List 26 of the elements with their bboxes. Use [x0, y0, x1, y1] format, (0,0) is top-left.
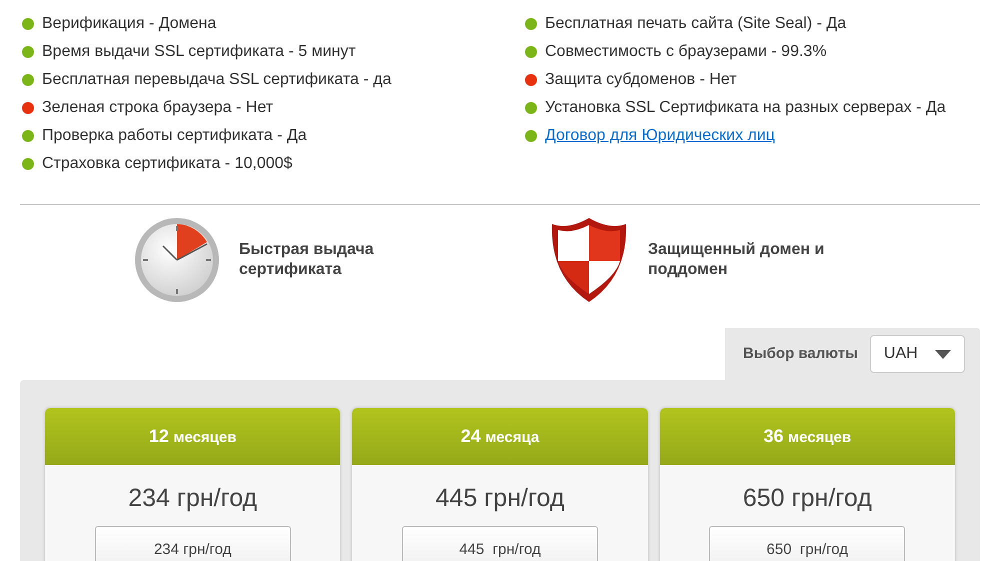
price-button[interactable]: 445 грн/год: [402, 526, 598, 561]
currency-label: Выбор валюты: [743, 344, 858, 364]
price-button[interactable]: 650 грн/год: [709, 526, 906, 561]
contract-link[interactable]: Договор для Юридических лиц: [545, 124, 775, 148]
feature-text: Совместимость с браузерами - 99.3%: [545, 42, 827, 62]
caret-icon: [934, 350, 951, 358]
feature-text: Бесплатная печать сайта (Site Seal) - Да: [545, 14, 846, 34]
clock-icon: [133, 216, 221, 304]
feature-text: Зеленая строка браузера - Нет: [42, 98, 274, 118]
highlight-text: Быстрая выдача сертификата: [239, 240, 375, 280]
feature-text: Проверка работы сертификата - Да: [42, 126, 307, 146]
feature-text: Установка SSL Сертификата на разных серверах - Да: [545, 98, 946, 118]
feature-text: Бесплатная перевыдача SSL сертификата - да: [42, 70, 392, 90]
highlight-text: Защищенный домен и поддомен: [648, 240, 826, 280]
plan-term: 24 месяца: [460, 425, 540, 448]
price-button[interactable]: 234 грн/год: [94, 526, 291, 561]
feature-text: Защита субдоменов - Нет: [545, 70, 737, 90]
feature-text: Время выдачи SSL сертификата - 5 минут: [42, 42, 356, 62]
feature-text: Верификация - Домена: [42, 14, 216, 34]
plan-price: 445 грн/год: [436, 483, 564, 514]
feature-text: Страховка сертификата - 10,000$: [42, 154, 292, 174]
plan-term: 12 месяцев: [148, 425, 236, 448]
plan-term: 36 месяцев: [764, 425, 852, 448]
plan-price: 650 грн/год: [742, 483, 872, 514]
currency-select[interactable]: UAH: [870, 335, 965, 373]
plan-price: 234 грн/год: [128, 483, 258, 514]
